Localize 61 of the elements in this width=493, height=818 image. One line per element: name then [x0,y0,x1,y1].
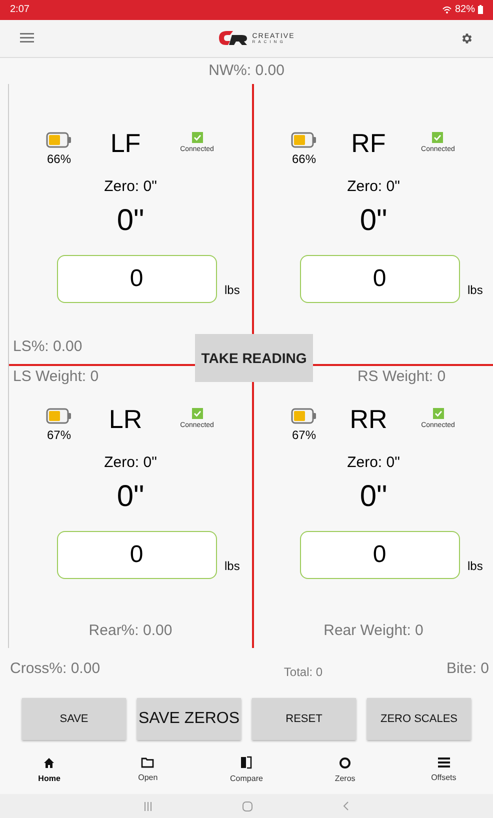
take-reading-button[interactable]: TAKE READING [195,334,313,382]
ride-height-value: 0" [360,202,388,239]
circle-icon [339,756,352,769]
nav-tab[interactable]: Zeros [310,756,380,785]
weight-field[interactable]: 0 [56,254,216,303]
ride-height-value: 0" [360,478,388,515]
unit-label: lbs [224,558,241,575]
menu-icon[interactable] [20,33,34,44]
action-button[interactable]: RESET [252,698,356,740]
recent-apps-icon[interactable] [144,802,152,811]
wheel-name: LR [108,404,142,434]
compare-icon [240,756,252,770]
ride-height-value: 0" [116,202,144,239]
bite-label: Bite: 0 [446,658,489,679]
zero-label: Zero: 0" [347,453,400,474]
total-label: Total: 0 [284,664,323,682]
nav-tab[interactable]: Home [14,756,84,785]
side-weight-label: LS Weight: 0 [13,368,99,386]
battery-icon [291,408,317,424]
action-button[interactable]: SAVE ZEROS [137,698,241,740]
zero-label: Zero: 0" [347,177,400,198]
action-button[interactable]: ZERO SCALES [367,698,471,740]
settings-icon[interactable] [460,32,473,45]
stat-label: Rear%: 0.00 [88,622,172,639]
side-weight-label: RS Weight: 0 [357,368,446,386]
ride-height-value: 0" [116,478,144,515]
home-icon [43,756,56,769]
clock-time: 2:07 [10,3,30,18]
wifi-icon [442,6,452,14]
stat-label: LS%: 0.00 [13,338,82,355]
unit-label: lbs [468,558,484,575]
unit-label: lbs [224,282,241,299]
wheel-name: LF [110,128,141,158]
folder-icon [141,757,154,768]
action-button[interactable]: SAVE [22,698,126,740]
nw-percent-label: NW%: 0.00 [208,60,284,81]
back-icon[interactable] [343,801,349,812]
weight-field[interactable]: 0 [300,254,460,303]
weight-field[interactable]: 0 [56,530,216,579]
weight-field[interactable]: 0 [300,530,460,579]
nav-tab[interactable]: Offsets [408,757,479,784]
nav-tab[interactable]: Open [112,757,183,784]
battery-percent: 67% [46,427,72,444]
battery-percent: 66% [292,151,316,168]
stat-label: Rear Weight: 0 [324,622,424,639]
zero-label: Zero: 0" [104,453,157,474]
battery-icon [291,132,317,148]
list-icon [438,757,450,768]
nav-tab[interactable]: Compare [211,756,282,786]
wheel-name: RF [351,128,386,158]
wheel-name: RR [350,404,388,434]
unit-label: lbs [468,282,484,299]
zero-label: Zero: 0" [104,177,157,198]
logo-icon [217,30,250,46]
status-battery-icon [478,5,483,14]
battery-icon [46,132,72,148]
battery-icon [46,408,72,424]
battery-percent: 67% [292,427,316,444]
cross-percent-label: Cross%: 0.00 [10,658,100,679]
battery-percent: 66% [46,151,72,168]
battery-text: 82% [454,3,475,18]
